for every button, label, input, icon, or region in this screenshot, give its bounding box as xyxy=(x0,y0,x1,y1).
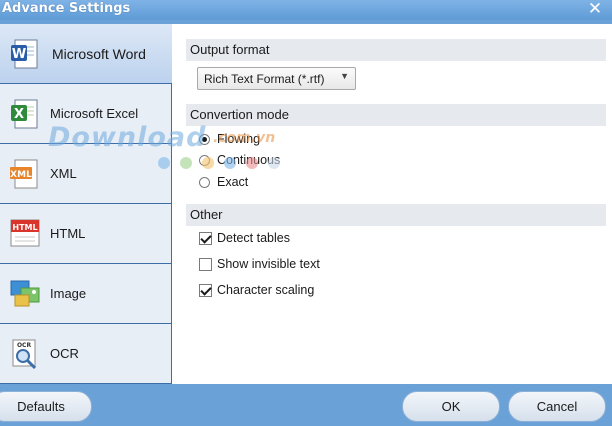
sidebar-item-label: Image xyxy=(50,286,87,301)
close-icon[interactable]: ✕ xyxy=(586,0,604,18)
excel-icon: X xyxy=(11,99,38,129)
html-icon: HTML xyxy=(10,219,40,247)
cancel-button[interactable]: Cancel xyxy=(508,391,606,422)
svg-text:W: W xyxy=(12,47,26,62)
section-convertion-mode: Convertion mode xyxy=(186,104,606,126)
checkbox[interactable] xyxy=(199,284,212,297)
sidebar: W Microsoft Word X Microsoft Excel XML X… xyxy=(0,24,172,384)
settings-panel: Output format Rich Text Format (*.rtf) ▼… xyxy=(172,24,612,384)
section-output-format: Output format xyxy=(186,39,606,61)
radio-label: Flowing xyxy=(217,132,261,146)
word-icon: W xyxy=(11,39,38,69)
checkbox-label: Character scaling xyxy=(217,283,315,297)
xml-icon: XML xyxy=(10,159,38,189)
sidebar-item-ocr[interactable]: OCR OCR xyxy=(0,324,171,384)
checkbox[interactable] xyxy=(199,258,212,271)
checkbox[interactable] xyxy=(199,232,212,245)
sidebar-item-label: Microsoft Excel xyxy=(50,106,139,121)
radio-label: Continuous xyxy=(217,153,281,167)
svg-text:OCR: OCR xyxy=(17,342,32,349)
radio-button[interactable] xyxy=(199,177,210,188)
sidebar-item-label: OCR xyxy=(50,346,79,361)
defaults-button[interactable]: Defaults xyxy=(0,391,92,422)
sidebar-item-html[interactable]: HTML HTML xyxy=(0,204,171,264)
window-title: Advance Settings xyxy=(2,1,131,16)
sidebar-item-xml[interactable]: XML XML xyxy=(0,144,171,204)
sidebar-item-label: Microsoft Word xyxy=(52,46,146,62)
checkbox-label: Show invisible text xyxy=(217,257,320,271)
radio-button[interactable] xyxy=(199,155,210,166)
section-other: Other xyxy=(186,204,606,226)
radio-label: Exact xyxy=(217,175,249,189)
sidebar-item-microsoft-excel[interactable]: X Microsoft Excel xyxy=(0,84,171,144)
svg-text:XML: XML xyxy=(10,170,32,180)
chevron-down-icon: ▼ xyxy=(340,71,349,81)
svg-text:X: X xyxy=(14,107,24,122)
ok-button[interactable]: OK xyxy=(402,391,500,422)
ocr-icon: OCR xyxy=(12,339,37,370)
checkbox-label: Detect tables xyxy=(217,231,290,245)
sidebar-item-label: HTML xyxy=(50,226,86,241)
title-bar[interactable]: Advance Settings ✕ xyxy=(0,0,612,20)
sidebar-item-label: XML xyxy=(50,166,77,181)
sidebar-item-microsoft-word[interactable]: W Microsoft Word xyxy=(0,24,172,84)
image-icon xyxy=(10,280,40,307)
output-format-value: Rich Text Format (*.rtf) xyxy=(204,72,325,86)
output-format-select[interactable]: Rich Text Format (*.rtf) ▼ xyxy=(197,67,356,90)
advance-settings-window: Advance Settings ✕ W Microsoft Word X Mi… xyxy=(0,0,612,426)
svg-text:HTML: HTML xyxy=(12,223,37,232)
sidebar-item-image[interactable]: Image xyxy=(0,264,171,324)
radio-button[interactable] xyxy=(199,134,210,145)
